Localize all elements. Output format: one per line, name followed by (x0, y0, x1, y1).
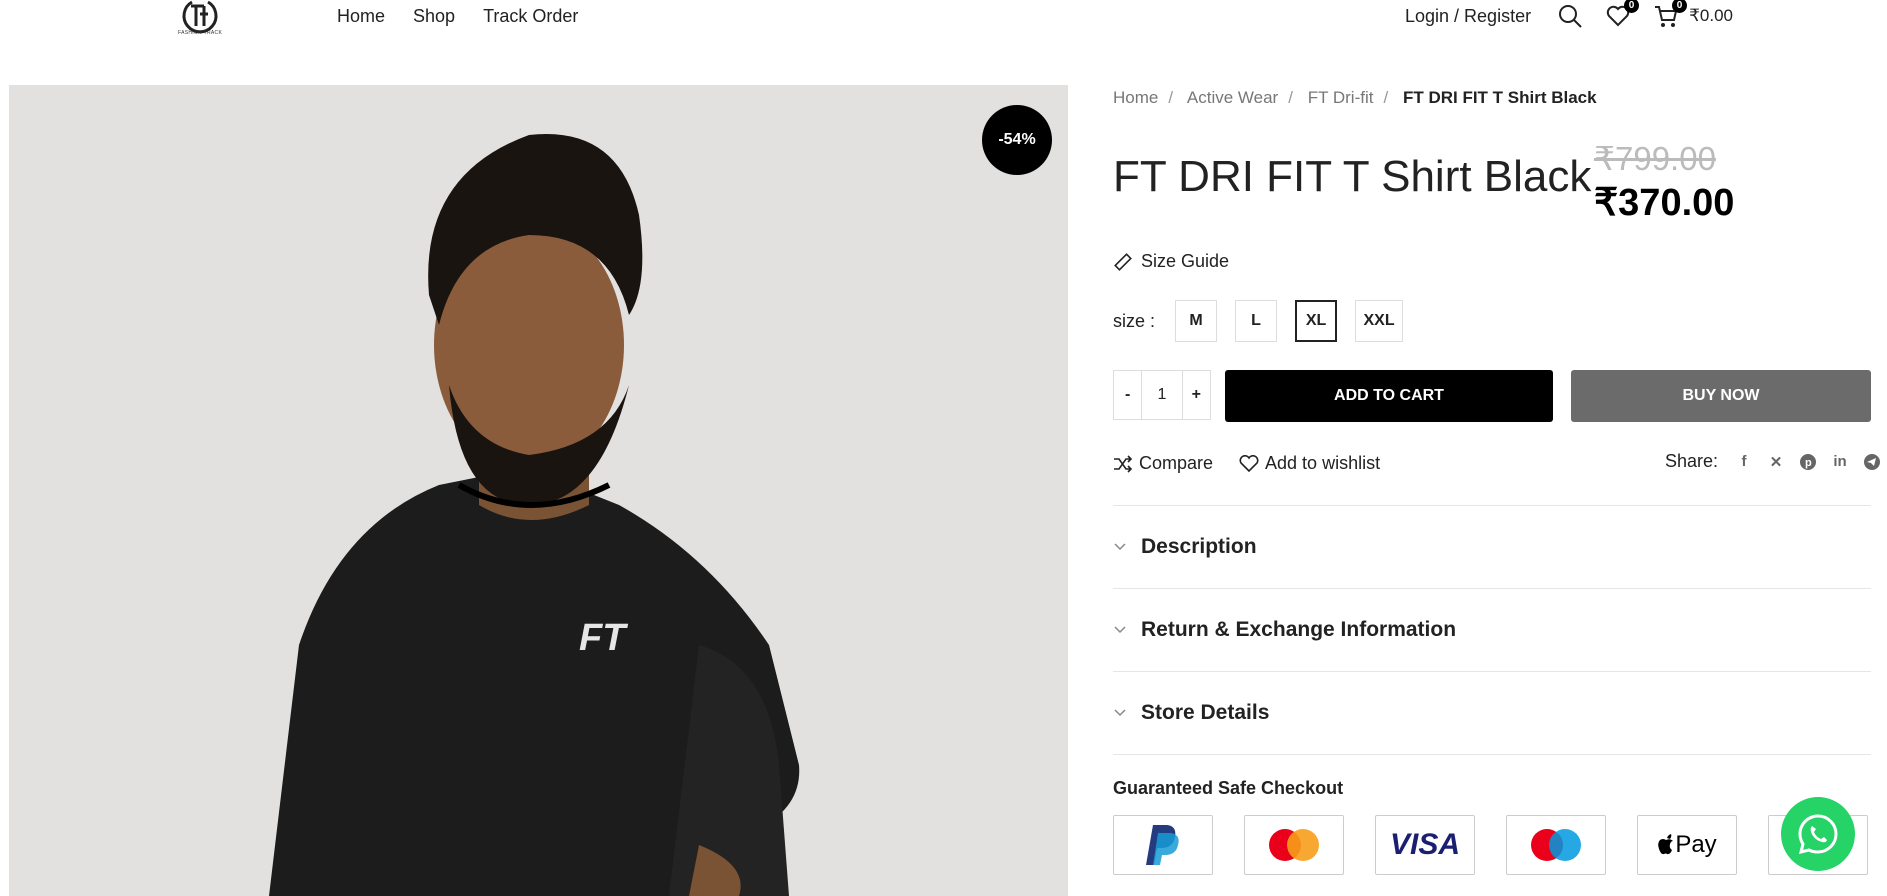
accordion-store-details[interactable]: Store Details (1113, 671, 1871, 755)
model-photo: FT (269, 134, 800, 896)
buy-now-button[interactable]: BUY NOW (1571, 370, 1871, 422)
chevron-down-icon (1114, 542, 1126, 550)
add-to-wishlist-link[interactable]: Add to wishlist (1239, 453, 1380, 474)
size-guide-link[interactable]: Size Guide (1113, 251, 1229, 272)
wishlist-count-badge: 0 (1624, 0, 1640, 13)
size-guide-label: Size Guide (1141, 251, 1230, 271)
cart-icon[interactable]: 0 (1653, 0, 1688, 29)
accordion-description[interactable]: Description (1113, 505, 1871, 587)
compare-label: Compare (1139, 453, 1214, 473)
size-option-xxl[interactable]: XXL (1355, 300, 1404, 342)
paypal-logo (1113, 815, 1213, 875)
header-tools: Login / Register 0 0 ₹0.00 (1405, 0, 1733, 29)
size-option-xl[interactable]: XL (1295, 300, 1338, 342)
logo-text: FASHION TRACK (178, 30, 223, 36)
size-label: size : (1113, 310, 1156, 331)
add-to-cart-button[interactable]: ADD TO CART (1225, 370, 1553, 422)
size-selector: size : M L XL XXL (1113, 300, 1421, 342)
wishlist-icon[interactable]: 0 (1605, 0, 1640, 29)
accordion-title: Description (1141, 534, 1257, 558)
breadcrumb-active-wear[interactable]: Active Wear (1187, 88, 1278, 107)
apple-pay-text: Pay (1675, 831, 1717, 858)
size-option-l[interactable]: L (1235, 300, 1278, 342)
facebook-icon[interactable]: f (1734, 452, 1754, 472)
nav-shop[interactable]: Shop (413, 5, 455, 27)
compare-link[interactable]: Compare (1113, 453, 1213, 474)
product-title: FT DRI FIT T Shirt Black (1113, 152, 1592, 201)
breadcrumb: Home / Active Wear / FT Dri-fit / FT DRI FI… (1113, 88, 1597, 107)
breadcrumb-ft-dri-fit[interactable]: FT Dri-fit (1308, 88, 1374, 107)
nav-home[interactable]: Home (337, 5, 385, 27)
accordion-title: Return & Exchange Information (1141, 617, 1457, 641)
qty-input[interactable]: 1 (1141, 371, 1183, 419)
linkedin-icon[interactable]: in (1830, 452, 1850, 472)
accordion-title: Store Details (1141, 701, 1270, 724)
heart-icon (1239, 454, 1259, 472)
product-actions: Compare Add to wishlist (1113, 453, 1406, 474)
discount-badge: -54% (982, 105, 1052, 175)
sale-price: ₹370.00 (1594, 182, 1735, 224)
qty-decrease-button[interactable]: - (1114, 371, 1141, 419)
x-twitter-icon[interactable]: ✕ (1766, 452, 1786, 472)
chevron-down-icon (1114, 625, 1126, 633)
share-bar: Share: f ✕ p in (1665, 451, 1887, 472)
apple-pay-logo: Pay (1637, 815, 1737, 875)
site-header: FASHION TRACK Home Shop Track Order Logi… (0, 0, 1887, 40)
accordion-return-exchange[interactable]: Return & Exchange Information (1113, 588, 1871, 670)
whatsapp-chat-button[interactable] (1781, 797, 1855, 871)
breadcrumb-current: FT DRI FIT T Shirt Black (1402, 88, 1597, 107)
product-image[interactable]: FT -54% (9, 85, 1068, 896)
shirt-logo: FT (579, 617, 628, 659)
visa-logo: VISA (1375, 815, 1475, 875)
login-register-link[interactable]: Login / Register (1405, 6, 1531, 27)
chevron-down-icon (1114, 709, 1126, 717)
search-icon[interactable] (1557, 3, 1583, 29)
main-nav: Home Shop Track Order (337, 5, 606, 27)
mastercard-logo (1244, 815, 1344, 875)
qty-increase-button[interactable]: + (1183, 371, 1210, 419)
quantity-stepper: - 1 + (1113, 370, 1211, 420)
shuffle-icon (1114, 454, 1133, 473)
maestro-logo (1506, 815, 1606, 875)
telegram-icon[interactable] (1862, 452, 1882, 472)
pinterest-icon[interactable]: p (1798, 452, 1818, 472)
cart-total[interactable]: ₹0.00 (1689, 6, 1733, 26)
old-price: ₹799.00 (1594, 140, 1716, 177)
breadcrumb-home[interactable]: Home (1113, 88, 1158, 107)
share-label: Share: (1665, 451, 1719, 471)
payment-methods: VISA Pay (1113, 815, 1887, 875)
safe-checkout-title: Guaranteed Safe Checkout (1113, 778, 1344, 798)
svg-text:p: p (1805, 457, 1812, 469)
cart-count-badge: 0 (1672, 0, 1688, 13)
nav-track-order[interactable]: Track Order (483, 5, 578, 27)
site-logo[interactable]: FASHION TRACK (174, 0, 226, 40)
ruler-icon (1114, 252, 1132, 271)
apple-icon (1658, 834, 1674, 855)
whatsapp-icon (1798, 814, 1838, 855)
wishlist-label: Add to wishlist (1265, 453, 1381, 473)
size-option-m[interactable]: M (1175, 300, 1218, 342)
